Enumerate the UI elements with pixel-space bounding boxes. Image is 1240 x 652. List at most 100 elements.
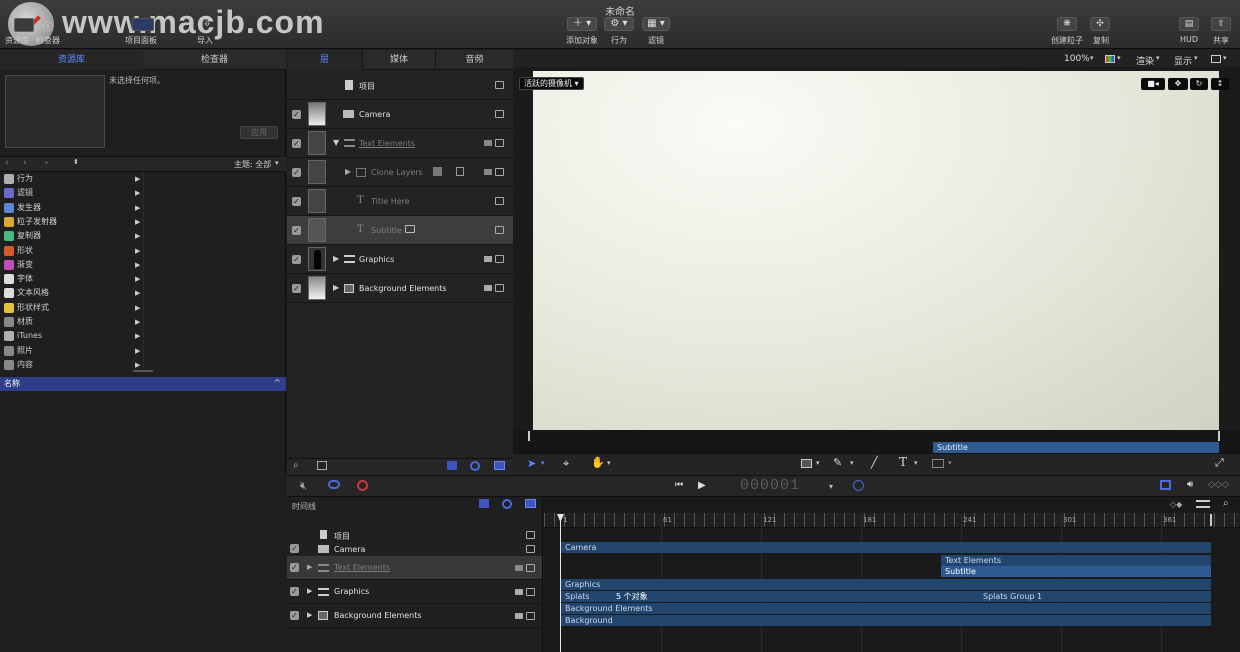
disclosure-closed-icon[interactable]: ▶	[307, 611, 312, 619]
nav-select[interactable]: -	[45, 158, 48, 167]
disclosure-closed-icon[interactable]: ▶	[333, 254, 339, 263]
layer-options-icon[interactable]	[484, 256, 492, 262]
search-icon[interactable]: ⌕	[293, 460, 299, 471]
mini-track-subtitle[interactable]: Subtitle	[933, 442, 1219, 453]
hud-icon[interactable]: ▤	[1179, 17, 1199, 31]
canvas-viewer[interactable]	[533, 71, 1219, 430]
text-tool-chevron-icon[interactable]: ▾	[914, 459, 918, 467]
loop-icon[interactable]	[328, 480, 340, 489]
category-item[interactable]: 文本风格 ▶	[0, 286, 143, 300]
layer-options-icon[interactable]	[515, 589, 523, 595]
share-icon[interactable]: ⇧	[1211, 17, 1231, 31]
visibility-checkbox[interactable]: ✓	[292, 197, 301, 206]
mute-icon[interactable]: 🔇︎	[300, 479, 307, 493]
timeline-ruler[interactable]	[544, 513, 1240, 528]
layer-row-camera[interactable]: ✓ Camera	[287, 100, 513, 129]
tl-row-background-elements[interactable]: ✓ ▶ Background Elements	[287, 604, 542, 628]
show-behaviors-icon[interactable]	[470, 461, 480, 471]
audio-icon[interactable]: 🔊︎	[1187, 479, 1193, 490]
disclosure-closed-icon[interactable]: ▶	[333, 283, 339, 292]
layer-options-icon[interactable]	[484, 285, 492, 291]
lock-icon[interactable]	[495, 139, 504, 147]
category-item[interactable]: 粒子发射器 ▶	[0, 215, 143, 229]
category-item[interactable]: iTunes ▶	[0, 329, 143, 343]
visibility-checkbox[interactable]: ✓	[292, 110, 301, 119]
lock-icon[interactable]	[495, 226, 504, 234]
category-item[interactable]: 照片 ▶	[0, 344, 143, 358]
tab-audio[interactable]: 音频	[436, 50, 513, 70]
select-tool-chevron-icon[interactable]: ▾	[541, 459, 545, 467]
zoom-chevron-icon[interactable]: ▾	[1090, 54, 1094, 62]
paint-stroke-tool-icon[interactable]: ╱	[871, 456, 878, 469]
rectangle-chevron-icon[interactable]: ▾	[816, 459, 820, 467]
lock-icon[interactable]	[526, 588, 535, 596]
timecode-chevron-icon[interactable]: ▾	[829, 482, 833, 491]
visibility-checkbox[interactable]: ✓	[290, 587, 299, 596]
keyframe-nav-icon[interactable]: ◇◆	[1170, 500, 1182, 509]
render-menu[interactable]: 渲染	[1136, 54, 1154, 67]
category-item[interactable]: 材质 ▶	[0, 315, 143, 329]
playhead[interactable]	[560, 514, 561, 652]
theme-chevron-icon[interactable]: ▾	[275, 159, 279, 167]
lock-icon[interactable]	[495, 81, 504, 89]
hand-tool-icon[interactable]: ✋	[591, 456, 605, 469]
category-item[interactable]: 字体 ▶	[0, 272, 143, 286]
zoom-timeline-icon[interactable]: ⌕	[1223, 498, 1229, 509]
disclosure-closed-icon[interactable]: ▶	[345, 167, 351, 176]
inspector-toggle-icon[interactable]: ⓘ	[40, 18, 56, 33]
track-camera[interactable]: Camera	[561, 542, 1211, 553]
layer-row-text-elements[interactable]: ✓ ▼ Text Elements	[287, 129, 513, 158]
visibility-checkbox[interactable]: ✓	[290, 544, 299, 553]
category-item[interactable]: 发生器 ▶	[0, 201, 143, 215]
visibility-checkbox[interactable]: ✓	[292, 226, 301, 235]
add-object-button[interactable]: ＋ ▾	[567, 17, 597, 31]
tab-inspector[interactable]: 检查器	[143, 50, 286, 70]
zoom-select[interactable]: 100%	[1064, 54, 1090, 64]
particles-icon[interactable]: ❋	[1057, 17, 1077, 31]
splitter-handle[interactable]	[133, 370, 153, 372]
disclosure-open-icon[interactable]: ▼	[333, 138, 339, 147]
behavior-badge-icon[interactable]	[456, 167, 464, 176]
snapping-icon[interactable]	[1196, 500, 1210, 508]
layer-row-background-elements[interactable]: ✓ ▶ Background Elements	[287, 274, 513, 303]
category-item[interactable]: 复制器 ▶	[0, 229, 143, 243]
project-pane-icon[interactable]	[132, 18, 154, 31]
nav-select-chevron-icon[interactable]: ⬍	[73, 158, 79, 166]
apply-button[interactable]: 应用	[240, 126, 278, 139]
lock-icon[interactable]	[495, 284, 504, 292]
disclosure-closed-icon[interactable]: ▶	[307, 587, 312, 595]
category-item[interactable]: 渐变 ▶	[0, 258, 143, 272]
filter-badge-icon[interactable]	[433, 167, 442, 176]
layer-row-subtitle[interactable]: ✓ T Subtitle	[287, 216, 513, 245]
visibility-checkbox[interactable]: ✓	[290, 563, 299, 572]
layer-row-clone-layers[interactable]: ✓ ▶ Clone Layers	[287, 158, 513, 187]
layout-icon[interactable]	[1211, 55, 1221, 63]
timecode-display[interactable]: 000001	[740, 477, 800, 494]
track-graphics[interactable]: Graphics	[561, 579, 1211, 590]
render-chevron-icon[interactable]: ▾	[1156, 54, 1160, 62]
camera-menu[interactable]: 活跃的摄像机 ▾	[519, 77, 584, 90]
track-background-elements[interactable]: Background Elements	[561, 603, 1211, 614]
tl-row-camera[interactable]: ✓ Camera	[287, 542, 542, 556]
track-subtitle[interactable]: Subtitle	[941, 566, 1211, 577]
anchor-tool-icon[interactable]: ⌖	[563, 457, 569, 471]
pan-icon[interactable]: ✥	[1168, 78, 1188, 90]
visibility-checkbox[interactable]: ✓	[292, 139, 301, 148]
bezier-tool-icon[interactable]: ✎	[833, 456, 842, 469]
category-item[interactable]: 内容 ▶	[0, 358, 143, 372]
track-text-elements[interactable]: Text Elements	[941, 555, 1211, 566]
mini-out-point[interactable]	[1218, 431, 1220, 441]
lock-icon[interactable]	[526, 564, 535, 572]
track-background[interactable]: Background	[561, 615, 1211, 626]
import-icon[interactable]: ⇩	[200, 16, 214, 30]
disclosure-closed-icon[interactable]: ▶	[307, 563, 312, 571]
dolly-icon[interactable]: ↕	[1211, 78, 1229, 90]
channels-chevron-icon[interactable]: ▾	[1117, 54, 1121, 62]
tl-row-text-elements[interactable]: ✓ ▶ Text Elements	[287, 556, 542, 580]
play-icon[interactable]: ▶	[698, 480, 706, 491]
out-point-marker[interactable]	[1210, 514, 1212, 526]
lock-icon[interactable]	[495, 110, 504, 118]
category-item[interactable]: 行为 ▶	[0, 172, 143, 186]
theme-select[interactable]: 主题: 全部	[234, 159, 271, 170]
visibility-checkbox[interactable]: ✓	[292, 284, 301, 293]
